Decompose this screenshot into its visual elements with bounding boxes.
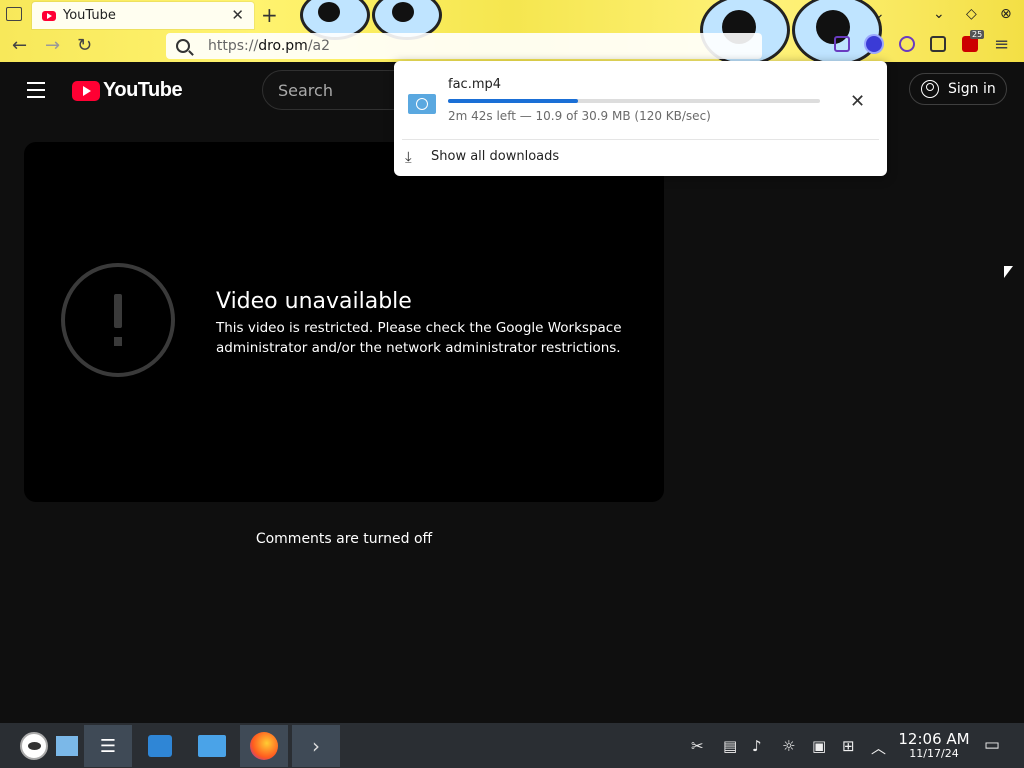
tab-title: YouTube bbox=[63, 8, 116, 23]
sign-in-label: Sign in bbox=[948, 81, 996, 97]
back-icon[interactable]: ← bbox=[12, 35, 27, 56]
exclamation-icon bbox=[61, 263, 175, 377]
account-circle-icon bbox=[921, 80, 939, 98]
firefox-icon bbox=[250, 732, 278, 760]
search-icon bbox=[176, 39, 190, 53]
browser-chrome: YouTube ✕ + ⌄ ⌄ ◇ ⊗ ← → ↻ https://dro.pm… bbox=[0, 0, 1024, 62]
youtube-favicon-icon bbox=[42, 10, 56, 21]
brightness-icon[interactable]: ☼ bbox=[782, 737, 795, 755]
opensuse-logo-icon bbox=[20, 732, 48, 760]
maximize-icon[interactable]: ◇ bbox=[966, 6, 977, 22]
pocket-icon[interactable] bbox=[834, 36, 850, 52]
download-filename[interactable]: fac.mp4 bbox=[448, 77, 501, 92]
network-icon[interactable]: ⊞ bbox=[842, 737, 855, 755]
downloads-panel: fac.mp4 2m 42s left — 10.9 of 30.9 MB (1… bbox=[394, 61, 887, 176]
nav-bar: ← → ↻ https://dro.pm/a2 25 ≡ bbox=[0, 30, 1024, 62]
forward-icon[interactable]: → bbox=[45, 35, 60, 56]
cancel-download-icon[interactable]: ✕ bbox=[850, 91, 865, 112]
taskbar-firefox-app[interactable] bbox=[240, 725, 288, 767]
desktop-pager[interactable] bbox=[52, 725, 82, 767]
clock[interactable]: 12:06 AM 11/17/24 bbox=[898, 731, 970, 761]
disks-icon[interactable]: ▣ bbox=[812, 737, 826, 755]
tab-bar: YouTube ✕ + ⌄ ⌄ ◇ ⊗ bbox=[0, 0, 1024, 30]
terminal-icon: › bbox=[312, 734, 320, 758]
ublock-icon[interactable]: 25 bbox=[962, 30, 985, 52]
youtube-logo[interactable]: YouTube bbox=[72, 79, 183, 102]
download-icon: ⤓ bbox=[405, 148, 412, 166]
url-bar[interactable]: https://dro.pm/a2 bbox=[166, 33, 762, 59]
video-file-icon bbox=[408, 94, 436, 114]
chevron-down-icon[interactable]: ⌄ bbox=[873, 6, 885, 22]
close-window-icon[interactable]: ⊗ bbox=[1000, 6, 1012, 22]
sign-in-button[interactable]: Sign in bbox=[909, 73, 1007, 105]
clipboard-icon[interactable]: ▤ bbox=[723, 737, 737, 755]
mouse-cursor-icon bbox=[1004, 266, 1013, 278]
taskbar-terminal-app[interactable]: › bbox=[292, 725, 340, 767]
clock-time: 12:06 AM bbox=[898, 730, 970, 748]
folder-icon bbox=[198, 735, 226, 757]
minimize-icon[interactable]: ⌄ bbox=[933, 6, 945, 22]
url-text[interactable]: https://dro.pm/a2 bbox=[208, 38, 330, 54]
download-status: 2m 42s left — 10.9 of 30.9 MB (120 KB/se… bbox=[448, 109, 711, 123]
application-launcher-button[interactable] bbox=[10, 725, 58, 767]
volume-muted-icon[interactable]: ♪ bbox=[752, 737, 762, 755]
taskbar-files-app[interactable] bbox=[188, 725, 236, 767]
tab-youtube[interactable]: YouTube ✕ bbox=[32, 2, 254, 29]
search-placeholder: Search bbox=[278, 80, 333, 100]
youtube-play-icon bbox=[72, 80, 100, 101]
kde-connect-icon[interactable]: ✂ bbox=[691, 737, 704, 755]
clock-date: 11/17/24 bbox=[909, 747, 959, 760]
close-tab-icon[interactable]: ✕ bbox=[231, 6, 244, 24]
youtube-wordmark: YouTube bbox=[103, 79, 183, 101]
ublock-badge: 25 bbox=[970, 30, 985, 39]
reload-icon[interactable]: ↻ bbox=[77, 35, 92, 56]
pager-desktop-icon bbox=[56, 736, 78, 756]
show-all-downloads-link[interactable]: Show all downloads bbox=[431, 149, 559, 164]
divider bbox=[402, 139, 879, 140]
video-error-title: Video unavailable bbox=[216, 289, 412, 314]
download-progress-fill bbox=[448, 99, 579, 103]
video-player[interactable]: Video unavailable This video is restrict… bbox=[24, 142, 664, 502]
menu-icon[interactable]: ≡ bbox=[994, 34, 1009, 55]
new-tab-icon[interactable]: + bbox=[261, 3, 278, 27]
tab-list-icon[interactable] bbox=[6, 7, 22, 21]
extension-icon[interactable] bbox=[866, 36, 882, 52]
extensions-puzzle-icon[interactable] bbox=[930, 36, 946, 52]
video-error-message: This video is restricted. Please check t… bbox=[216, 320, 622, 356]
taskbar: ☰ › ✂ ▤ ♪ ☼ ▣ ⊞ ︿ 12:06 AM 11/17/24 ▭ bbox=[0, 723, 1024, 768]
tray-expand-icon[interactable]: ︿ bbox=[871, 737, 886, 758]
taskbar-settings-app[interactable]: ☰ bbox=[84, 725, 132, 767]
hamburger-menu-icon[interactable] bbox=[27, 82, 45, 103]
store-icon bbox=[148, 735, 172, 757]
account-icon[interactable] bbox=[899, 36, 915, 52]
download-progress-bar bbox=[448, 99, 820, 103]
show-desktop-icon[interactable]: ▭ bbox=[984, 735, 1000, 755]
settings-icon: ☰ bbox=[99, 735, 117, 757]
comments-status: Comments are turned off bbox=[255, 531, 433, 547]
taskbar-store-app[interactable] bbox=[136, 725, 184, 767]
